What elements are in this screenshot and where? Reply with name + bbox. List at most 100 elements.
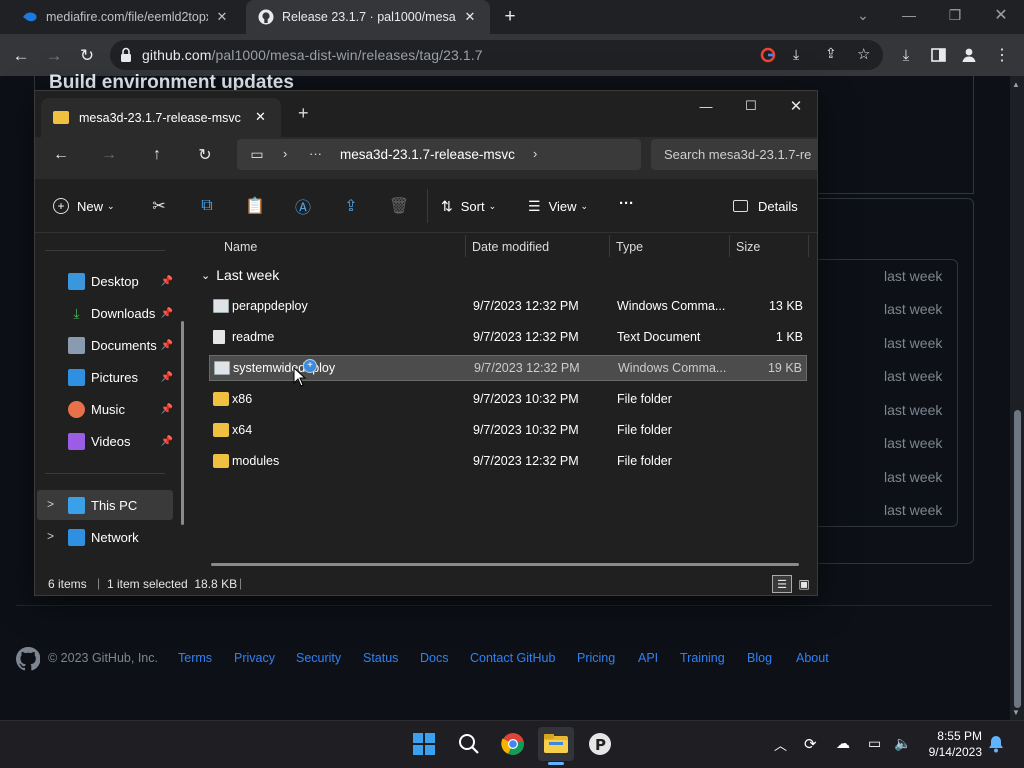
tab-search-icon[interactable]: ⌄ [840, 0, 886, 30]
install-icon[interactable]: ⤓ [793, 46, 799, 63]
footer-link-docs[interactable]: Docs [420, 651, 448, 665]
menu-icon[interactable]: ⋮ [991, 44, 1013, 66]
view-button[interactable]: ☰ View ⌄ [528, 195, 588, 217]
sync-icon[interactable]: ⟳ [804, 735, 817, 753]
column-divider[interactable] [609, 235, 610, 257]
file-explorer-taskbar-icon[interactable] [538, 727, 574, 761]
cut-icon[interactable]: ✂ [147, 195, 171, 217]
minimize-icon[interactable]: — [886, 0, 932, 30]
sort-button[interactable]: ⇅ Sort ⌄ [441, 195, 496, 217]
breadcrumb-more[interactable]: ··· [309, 146, 322, 161]
clock-time[interactable]: 8:55 PM [920, 729, 982, 743]
delete-icon[interactable]: 🗑 [387, 195, 411, 217]
tiles-view-icon[interactable]: ▣ [795, 575, 813, 593]
file-row[interactable]: perappdeploy 9/7/2023 12:32 PM Windows C… [209, 293, 807, 319]
search-input[interactable]: Search mesa3d-23.1.7-re [651, 139, 817, 170]
footer-link-status[interactable]: Status [363, 651, 398, 665]
chrome-icon[interactable] [495, 727, 531, 761]
page-scrollbar-thumb[interactable] [1014, 410, 1021, 708]
footer-link-terms[interactable]: Terms [178, 651, 212, 665]
new-button[interactable]: + New ⌄ [53, 195, 115, 217]
footer-link-about[interactable]: About [796, 651, 829, 665]
sidepanel-icon[interactable] [927, 44, 949, 66]
refresh-icon[interactable]: ↻ [193, 143, 217, 167]
reload-icon[interactable]: ↻ [75, 44, 99, 68]
explorer-tab[interactable]: mesa3d-23.1.7-release-msvc ✕ [41, 98, 281, 137]
back-icon[interactable]: ← [49, 143, 73, 167]
up-icon[interactable]: ↑ [145, 143, 169, 167]
google-lens-icon[interactable] [760, 47, 776, 63]
column-header-name[interactable]: Name [224, 233, 257, 261]
browser-tab-mediafire[interactable]: mediafire.com/file/eemld2topx9 ✕ [10, 0, 242, 34]
github-logo-icon[interactable] [15, 646, 41, 671]
more-options-button[interactable]: ··· [619, 195, 634, 212]
scroll-up-icon[interactable]: ▲ [1012, 80, 1020, 89]
forward-icon[interactable]: → [42, 44, 66, 68]
sidebar-item-this-pc[interactable]: > This PC [37, 490, 173, 520]
close-tab-icon[interactable]: ✕ [214, 9, 230, 25]
horizontal-scrollbar[interactable] [211, 563, 799, 566]
pin-icon[interactable]: 📌 [161, 340, 173, 351]
minimize-icon[interactable]: — [691, 95, 721, 117]
column-header-date[interactable]: Date modified [472, 233, 549, 261]
close-tab-icon[interactable]: ✕ [255, 109, 266, 125]
new-tab-button[interactable]: + [500, 7, 520, 27]
column-header-type[interactable]: Type [616, 233, 643, 261]
restore-icon[interactable]: ❐ [932, 0, 978, 30]
details-button[interactable]: Details [733, 195, 798, 217]
close-window-icon[interactable]: ✕ [978, 0, 1024, 30]
address-bar[interactable]: github.com/pal1000/mesa-dist-win/release… [110, 40, 883, 70]
pin-icon[interactable]: 📌 [161, 372, 173, 383]
breadcrumb-chevron-icon[interactable]: › [283, 146, 287, 161]
monitor-icon[interactable]: ▭ [868, 735, 881, 752]
footer-link-security[interactable]: Security [296, 651, 341, 665]
lock-icon[interactable] [120, 47, 132, 63]
footer-link-blog[interactable]: Blog [747, 651, 772, 665]
footer-link-privacy[interactable]: Privacy [234, 651, 275, 665]
sidebar-item-network[interactable]: > Network [35, 522, 175, 552]
file-row[interactable]: readme 9/7/2023 12:32 PM Text Document 1… [209, 324, 807, 350]
breadcrumb-folder[interactable]: mesa3d-23.1.7-release-msvc [340, 147, 515, 162]
sidebar-item-videos[interactable]: Videos 📌 [35, 426, 175, 456]
download-icon[interactable]: ⤓ [895, 44, 917, 66]
explorer-new-tab-button[interactable]: + [298, 103, 309, 124]
footer-link-training[interactable]: Training [680, 651, 725, 665]
details-view-icon[interactable]: ☰ [772, 575, 792, 593]
file-row[interactable]: modules 9/7/2023 12:32 PM File folder [209, 448, 807, 474]
back-icon[interactable]: ← [9, 44, 33, 68]
share-icon[interactable]: ⇪ [339, 195, 363, 217]
file-row[interactable]: x64 9/7/2023 10:32 PM File folder [209, 417, 807, 443]
start-windows-icon[interactable] [406, 727, 442, 761]
column-divider[interactable] [808, 235, 809, 257]
sidebar-item-documents[interactable]: Documents 📌 [35, 330, 175, 360]
browser-tab-github[interactable]: Release 23.1.7 · pal1000/mesa-dis ✕ [246, 0, 490, 34]
bookmark-star-icon[interactable]: ☆ [857, 45, 870, 63]
nav-scrollbar-thumb[interactable] [181, 321, 184, 525]
column-divider[interactable] [465, 235, 466, 257]
group-header-last-week[interactable]: ⌄ Last week [201, 267, 279, 283]
this-pc-icon[interactable]: ▭ [247, 144, 267, 164]
breadcrumb-chevron-icon[interactable]: › [533, 146, 537, 161]
sidebar-item-pictures[interactable]: Pictures 📌 [35, 362, 175, 392]
search-icon[interactable] [451, 727, 487, 761]
footer-link-contact[interactable]: Contact GitHub [470, 651, 555, 665]
file-row[interactable]: x86 9/7/2023 10:32 PM File folder [209, 386, 807, 412]
sidebar-item-downloads[interactable]: ⤓ Downloads 📌 [35, 298, 175, 328]
clock-date[interactable]: 9/14/2023 [916, 745, 982, 759]
paste-icon[interactable]: 📋 [243, 195, 267, 217]
notification-bell-icon[interactable] [988, 735, 1006, 753]
scroll-down-icon[interactable]: ▼ [1012, 708, 1020, 717]
forward-icon[interactable]: → [97, 143, 121, 167]
close-tab-icon[interactable]: ✕ [462, 9, 478, 25]
sidebar-item-music[interactable]: Music 📌 [35, 394, 175, 424]
show-hidden-icons-icon[interactable]: ︿ [774, 735, 787, 754]
pin-icon[interactable]: 📌 [161, 276, 173, 287]
copy-icon[interactable]: ⧉ [195, 195, 219, 217]
sidebar-item-desktop[interactable]: Desktop 📌 [35, 266, 175, 296]
share-icon[interactable]: ⇪ [825, 45, 837, 62]
profile-icon[interactable] [958, 44, 980, 66]
footer-link-pricing[interactable]: Pricing [577, 651, 615, 665]
chevron-right-icon[interactable]: > [47, 497, 54, 511]
pin-icon[interactable]: 📌 [161, 404, 173, 415]
column-divider[interactable] [729, 235, 730, 257]
